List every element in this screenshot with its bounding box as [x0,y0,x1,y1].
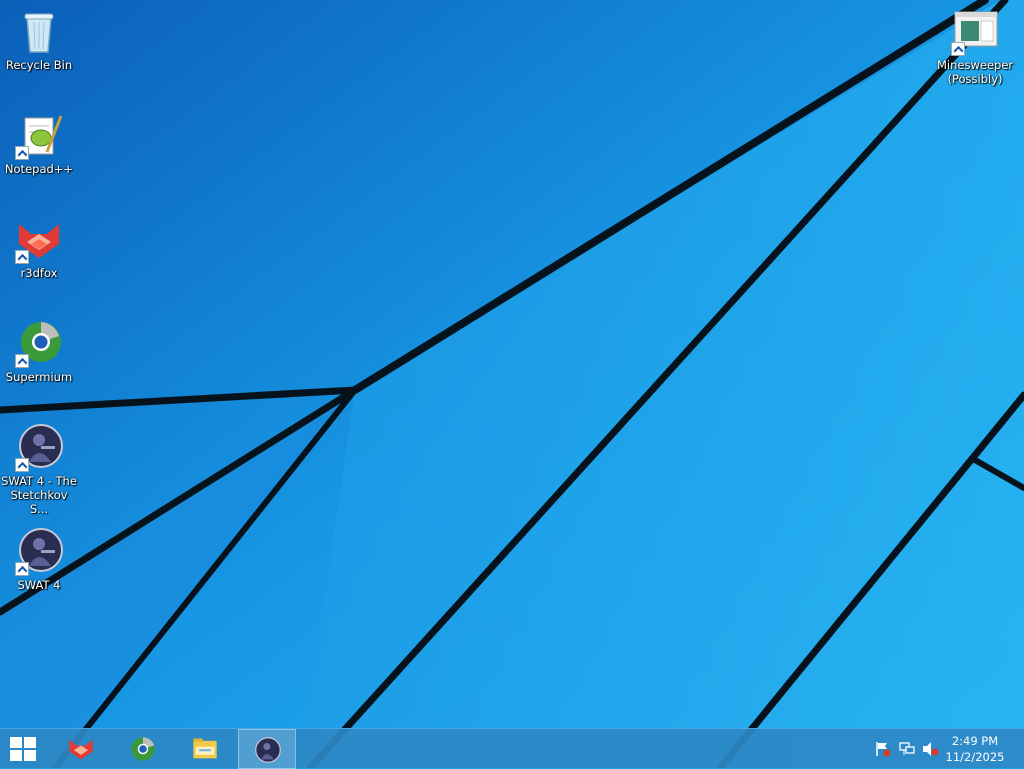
clock-date: 11/2/2025 [945,750,1005,764]
desktop-icon-label: Supermium [5,370,73,384]
swat4-icon [15,424,63,472]
supermium-icon [131,737,155,761]
notepadpp-icon [15,112,63,160]
desktop-icon-recycle-bin[interactable]: Recycle Bin [1,8,77,72]
swat4-icon [255,737,281,763]
desktop-icon-r3dfox[interactable]: r3dfox [1,216,77,280]
r3dfox-icon [15,216,63,264]
windows-logo-icon [10,737,36,761]
start-button[interactable] [0,729,48,769]
volume-muted-icon[interactable] [922,741,940,757]
taskbar-button-supermium[interactable] [114,729,172,769]
desktop-icon-label: SWAT 4 - The Stetchkov S... [1,474,77,516]
shortcut-arrow-icon [951,42,965,56]
network-icon[interactable] [898,741,916,757]
taskbar: 2:49 PM 11/2/2025 [0,728,1024,769]
desktop-icon-label: Notepad++ [4,162,74,176]
r3dfox-icon [69,739,93,760]
desktop-icon-label: r3dfox [20,266,58,280]
swat4-icon [15,528,63,576]
taskbar-button-file-explorer[interactable] [176,729,234,769]
desktop-icon-supermium[interactable]: Supermium [1,320,77,384]
taskbar-button-r3dfox[interactable] [52,729,110,769]
file-explorer-icon [193,738,217,759]
taskbar-clock[interactable]: 2:49 PM 11/2/2025 [940,733,1010,765]
desktop-icon-label: SWAT 4 [17,578,61,592]
desktop-icon-notepadpp[interactable]: Notepad++ [1,112,77,176]
desktop-icon-label: Recycle Bin [5,58,73,72]
shortcut-arrow-icon [15,562,29,576]
desktop-icon-swat4-stetchkov[interactable]: SWAT 4 - The Stetchkov S... [1,424,77,516]
desktop-icon-minesweeper[interactable]: Minesweeper (Possibly) [937,8,1013,86]
shortcut-arrow-icon [15,354,29,368]
desktop-icon-label: Minesweeper (Possibly) [937,58,1014,86]
shortcut-arrow-icon [15,146,29,160]
taskbar-button-swat4[interactable] [238,729,296,769]
shortcut-arrow-icon [15,458,29,472]
minesweeper-icon [951,8,999,56]
clock-time: 2:49 PM [951,734,999,748]
recycle-bin-icon [15,8,63,56]
action-center-flag-icon[interactable] [874,741,892,757]
desktop-icon-swat4[interactable]: SWAT 4 [1,528,77,592]
shortcut-arrow-icon [15,250,29,264]
supermium-icon [15,320,63,368]
desktop-wallpaper [0,0,1024,768]
